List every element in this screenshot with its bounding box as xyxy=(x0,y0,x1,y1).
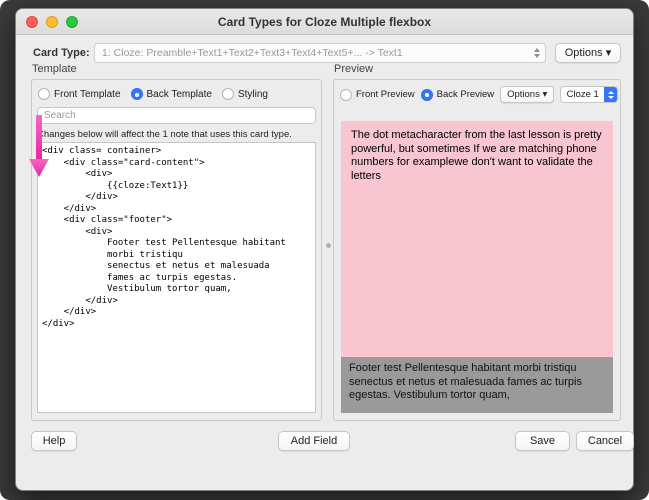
front-template-label: Front Template xyxy=(54,88,121,100)
help-button[interactable]: Help xyxy=(31,431,77,451)
radio-icon xyxy=(38,88,50,100)
search-input[interactable] xyxy=(37,107,316,124)
card-type-value: 1: Cloze: Preamble+Text1+Text2+Text3+Tex… xyxy=(102,47,403,59)
radio-icon xyxy=(130,88,143,100)
screenshot-stage: Card Types for Cloze Multiple flexbox Ca… xyxy=(0,0,649,500)
back-preview-radio[interactable]: Back Preview xyxy=(420,88,495,101)
preview-options-button[interactable]: Options ▾ xyxy=(500,86,555,103)
back-template-label: Back Template xyxy=(146,88,212,100)
radio-icon xyxy=(221,88,234,100)
card-type-options-button[interactable]: Options ▾ xyxy=(555,43,621,63)
card-preview-area: The dot metacharacter from the last less… xyxy=(341,121,613,413)
cloze-selector[interactable]: Cloze 1 xyxy=(560,86,619,103)
back-preview-label: Back Preview xyxy=(436,89,495,100)
window-title: Card Types for Cloze Multiple flexbox xyxy=(217,15,432,29)
cancel-button[interactable]: Cancel xyxy=(576,431,634,451)
stepper-icon[interactable] xyxy=(604,87,618,102)
template-group-label: Template xyxy=(32,63,77,75)
front-template-radio[interactable]: Front Template xyxy=(38,88,121,100)
save-button[interactable]: Save xyxy=(515,431,570,451)
radio-icon xyxy=(420,88,433,101)
add-field-button[interactable]: Add Field xyxy=(278,431,350,451)
styling-label: Styling xyxy=(237,88,268,100)
card-types-dialog: Card Types for Cloze Multiple flexbox Ca… xyxy=(15,8,634,491)
splitter-handle[interactable] xyxy=(326,243,331,248)
popup-chevrons-icon xyxy=(534,48,540,58)
radio-icon xyxy=(340,88,352,101)
title-bar: Card Types for Cloze Multiple flexbox xyxy=(16,9,633,35)
front-preview-label: Front Preview xyxy=(356,89,415,100)
card-type-select[interactable]: 1: Cloze: Preamble+Text1+Text2+Text3+Tex… xyxy=(94,43,546,63)
preview-card-text: The dot metacharacter from the last less… xyxy=(351,129,602,182)
styling-radio[interactable]: Styling xyxy=(221,88,268,100)
affected-notes-text: Changes below will affect the 1 note tha… xyxy=(37,129,292,140)
preview-group-label: Preview xyxy=(334,63,374,75)
back-template-radio[interactable]: Back Template xyxy=(130,88,212,100)
preview-card-footer: Footer test Pellentesque habitant morbi … xyxy=(341,357,613,413)
front-preview-radio[interactable]: Front Preview xyxy=(340,88,415,101)
template-code-editor[interactable]: <div class= container> <div class="card-… xyxy=(37,142,316,413)
cloze-selector-value: Cloze 1 xyxy=(566,89,599,100)
card-type-label: Card Type: xyxy=(33,47,90,59)
